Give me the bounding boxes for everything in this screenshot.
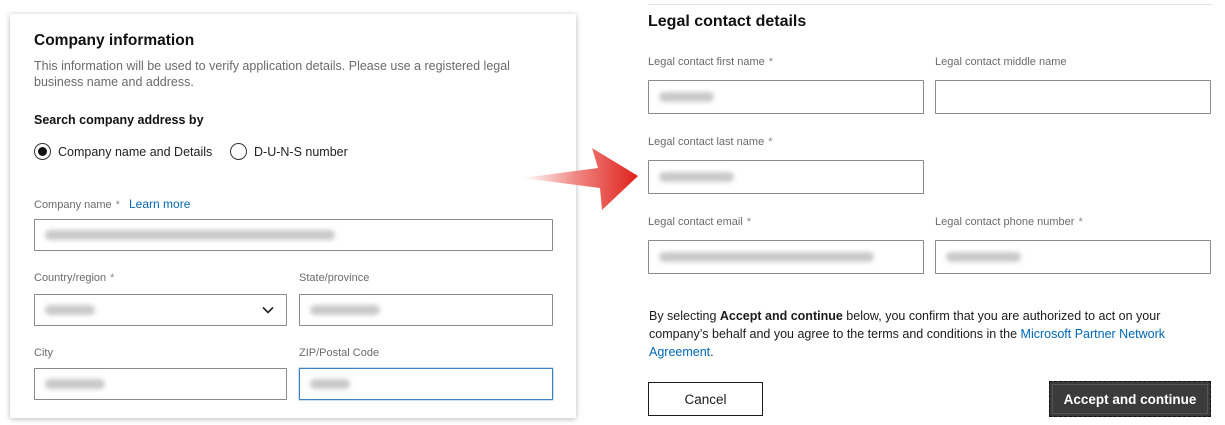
arrow-right-icon [522, 148, 638, 210]
country-region-select[interactable] [34, 294, 287, 326]
terms-text: By selecting Accept and continue below, … [649, 309, 1166, 359]
company-name-label: Company name * Learn more [34, 197, 191, 211]
company-name-input[interactable] [34, 219, 553, 251]
last-name-input[interactable] [648, 160, 924, 194]
city-input[interactable] [34, 368, 287, 400]
last-name-label: Legal contact last name * [648, 136, 773, 148]
state-province-input[interactable] [299, 294, 553, 326]
radio-selected-icon [34, 143, 51, 160]
state-province-label: State/province [299, 272, 370, 284]
first-name-label: Legal contact first name * [648, 56, 774, 68]
section-divider [648, 4, 1213, 5]
first-name-input[interactable] [648, 80, 924, 114]
search-address-heading: Search company address by [34, 113, 204, 127]
radio-company-name-details[interactable]: Company name and Details [34, 143, 212, 160]
email-label: Legal contact email * [648, 216, 752, 228]
legal-contact-title: Legal contact details [648, 13, 807, 30]
phone-label: Legal contact phone number * [935, 216, 1083, 228]
middle-name-input[interactable] [935, 80, 1211, 114]
chevron-down-icon [262, 306, 274, 314]
country-region-label: Country/region * [34, 272, 115, 284]
zip-postal-code-input[interactable] [299, 368, 553, 400]
radio-duns-number[interactable]: D-U-N-S number [230, 143, 348, 160]
company-information-title: Company information [34, 32, 195, 49]
city-label: City [34, 347, 53, 359]
radio-unselected-icon [230, 143, 247, 160]
zip-postal-code-label: ZIP/Postal Code [299, 347, 380, 359]
learn-more-link[interactable]: Learn more [129, 197, 190, 211]
email-input[interactable] [648, 240, 924, 274]
terms-bold: Accept and continue [719, 309, 843, 323]
radio-duns-number-label: D-U-N-S number [254, 144, 348, 159]
cancel-button[interactable]: Cancel [648, 382, 763, 416]
middle-name-label: Legal contact middle name [935, 56, 1067, 68]
company-information-description: This information will be used to verify … [34, 59, 510, 89]
phone-input[interactable] [935, 240, 1211, 274]
accept-and-continue-button[interactable]: Accept and continue [1049, 381, 1211, 417]
company-information-card: Company information This information wil… [10, 14, 576, 418]
radio-company-name-details-label: Company name and Details [58, 144, 213, 159]
